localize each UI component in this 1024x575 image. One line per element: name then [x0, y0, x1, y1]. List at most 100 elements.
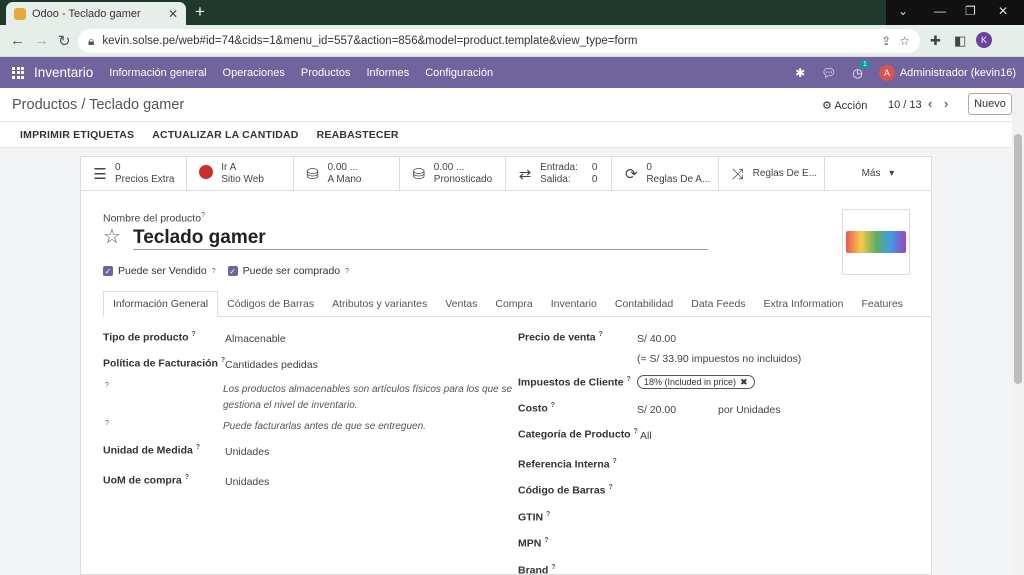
- more-label: Más: [861, 168, 881, 179]
- brand-label: Brand ?: [518, 564, 556, 575]
- bug-icon[interactable]: ✱: [795, 66, 805, 80]
- bookmark-star-icon[interactable]: ☆: [899, 34, 910, 48]
- help-tooltip-icon[interactable]: ?: [105, 382, 109, 389]
- url-text[interactable]: kevin.solse.pe/web#id=74&cids=1&menu_id=…: [102, 35, 873, 47]
- name-underline: [133, 249, 708, 250]
- sidepanel-icon[interactable]: ◧: [954, 33, 966, 49]
- tab-contabilidad[interactable]: Contabilidad: [606, 291, 682, 317]
- invoice-policy-select[interactable]: Cantidades pedidas: [225, 359, 318, 371]
- back-icon[interactable]: ←: [10, 32, 25, 49]
- action-label: Acción: [834, 100, 868, 112]
- tab-features[interactable]: Features: [852, 291, 911, 317]
- app-name[interactable]: Inventario: [34, 65, 93, 80]
- minimize-icon[interactable]: —: [934, 4, 946, 18]
- can-be-purchased-label: Puede ser comprado: [242, 265, 341, 277]
- checkbox-checked-icon: ✓: [103, 266, 113, 276]
- shuffle-icon: ⤨: [731, 165, 744, 183]
- sale-price-field[interactable]: S/ 40.00: [637, 333, 676, 345]
- can-be-sold-checkbox[interactable]: ✓ Puede ser Vendido?: [103, 265, 216, 277]
- close-tab-icon[interactable]: ✕: [168, 7, 178, 21]
- refresh-icon: ⟳: [625, 166, 638, 183]
- product-name-input[interactable]: Teclado gamer: [133, 227, 266, 249]
- share-icon[interactable]: ⇪: [881, 34, 891, 48]
- product-type-select[interactable]: Almacenable: [225, 333, 286, 345]
- mpn-label: MPN ?: [518, 537, 549, 550]
- can-be-purchased-checkbox[interactable]: ✓ Puede ser comprado?: [227, 265, 349, 277]
- chat-icon[interactable]: 💬︎: [821, 66, 836, 80]
- invoice-help-text: Puede facturarlas antes de que se entreg…: [223, 421, 426, 432]
- forecast-button[interactable]: ⛁ 0.00 ... Pronosticado: [400, 157, 507, 191]
- extensions-icon[interactable]: ✚: [930, 33, 941, 49]
- forecast-label: Pronosticado: [433, 174, 493, 185]
- window-close-icon[interactable]: ✕: [998, 4, 1008, 18]
- browser-tab[interactable]: Odoo - Teclado gamer ✕: [6, 2, 186, 25]
- customer-taxes-label: Impuestos de Cliente ?: [518, 376, 631, 389]
- tab-search-icon[interactable]: ⌄: [898, 4, 908, 18]
- favorite-star-icon[interactable]: ☆: [103, 224, 121, 249]
- forward-icon[interactable]: →: [34, 32, 49, 49]
- update-quantity-button[interactable]: ACTUALIZAR LA CANTIDAD: [152, 129, 298, 141]
- in-out-button[interactable]: ⇄ Entrada: 0 Salida: 0: [506, 157, 613, 191]
- remove-tag-icon[interactable]: ✖: [740, 377, 748, 388]
- category-field[interactable]: All: [640, 430, 652, 442]
- tab-codigos-de-barras[interactable]: Códigos de Barras: [218, 291, 323, 317]
- product-name-label: Nombre del producto?: [103, 212, 205, 225]
- uom-purchase-field[interactable]: Unidades: [225, 476, 269, 488]
- odoo-favicon-icon: [14, 7, 26, 20]
- out-label: Salida:: [540, 174, 571, 185]
- reorder-rules-button[interactable]: ⟳ 0 Reglas De A...: [612, 157, 719, 191]
- chevron-right-icon[interactable]: ›: [944, 96, 948, 111]
- sale-price-label: Precio de venta ?: [518, 331, 603, 344]
- form-sheet: ☰ 0 Precios Extra Ir A Sitio Web ⛁ 0.00 ..…: [80, 156, 932, 575]
- menu-informes[interactable]: Informes: [366, 67, 409, 79]
- browser-titlebar: Odoo - Teclado gamer ✕ + ⌄ — ❐ ✕: [0, 0, 1024, 25]
- exchange-icon: ⇄: [518, 166, 532, 183]
- print-labels-button[interactable]: IMPRIMIR ETIQUETAS: [20, 129, 134, 141]
- menu-configuracion[interactable]: Configuración: [425, 67, 493, 79]
- more-button[interactable]: Más ▾: [825, 157, 931, 191]
- tab-data-feeds[interactable]: Data Feeds: [682, 291, 754, 317]
- website-button[interactable]: Ir A Sitio Web: [187, 157, 294, 191]
- scrollbar-thumb[interactable]: [1014, 134, 1022, 384]
- new-button[interactable]: Nuevo: [968, 93, 1012, 115]
- smart-buttons: ☰ 0 Precios Extra Ir A Sitio Web ⛁ 0.00 ..…: [81, 157, 931, 191]
- reorder-rules-value: 0: [646, 162, 652, 173]
- control-panel: Productos / Teclado gamer ⚙ Acción 10 / …: [0, 88, 1012, 122]
- menu-informacion-general[interactable]: Información general: [109, 67, 206, 79]
- chevron-left-icon[interactable]: ‹: [928, 96, 932, 111]
- uom-field[interactable]: Unidades: [225, 446, 269, 458]
- tab-inventario[interactable]: Inventario: [542, 291, 606, 317]
- replenish-button[interactable]: REABASTECER: [317, 129, 399, 141]
- cost-field[interactable]: S/ 20.00: [637, 404, 676, 416]
- cubes-forecast-icon: ⛁: [412, 166, 426, 183]
- lock-icon[interactable]: 🔒︎: [88, 34, 94, 49]
- menu-productos[interactable]: Productos: [301, 67, 351, 79]
- profile-avatar[interactable]: K: [976, 32, 992, 48]
- restore-icon[interactable]: ❐: [965, 4, 976, 18]
- product-image[interactable]: [842, 209, 910, 275]
- extra-prices-button[interactable]: ☰ 0 Precios Extra: [81, 157, 188, 191]
- apps-menu-icon[interactable]: [12, 66, 24, 79]
- tab-informacion-general[interactable]: Información General: [103, 291, 219, 317]
- tab-extra-information[interactable]: Extra Information: [755, 291, 853, 317]
- user-menu[interactable]: A Administrador (kevin16): [878, 64, 1016, 81]
- tab-ventas[interactable]: Ventas: [436, 291, 486, 317]
- tab-compra[interactable]: Compra: [486, 291, 541, 317]
- routes-button[interactable]: ⤨ Reglas De E...: [719, 157, 825, 191]
- help-tooltip-icon[interactable]: ?: [105, 420, 109, 427]
- in-label: Entrada:: [540, 162, 578, 173]
- tax-tag[interactable]: 18% (Included in price) ✖: [637, 375, 755, 389]
- tab-atributos[interactable]: Atributos y variantes: [323, 291, 436, 317]
- action-menu-button[interactable]: ⚙ Acción: [822, 99, 867, 112]
- pager-value[interactable]: 10 / 13: [888, 99, 922, 111]
- new-tab-icon[interactable]: +: [195, 3, 205, 21]
- menu-operaciones[interactable]: Operaciones: [223, 67, 285, 79]
- reload-icon[interactable]: ↻: [58, 32, 71, 50]
- activity-badge: 1: [859, 60, 870, 68]
- omnibox[interactable]: 🔒︎ kevin.solse.pe/web#id=74&cids=1&menu_…: [78, 29, 920, 53]
- on-hand-button[interactable]: ⛁ 0.00 ... A Mano: [294, 157, 400, 191]
- activity-clock-icon[interactable]: ◷ 1: [852, 60, 870, 80]
- breadcrumb[interactable]: Productos / Teclado gamer: [12, 97, 184, 113]
- website-value: Ir A: [221, 162, 237, 173]
- user-avatar: A: [878, 64, 895, 81]
